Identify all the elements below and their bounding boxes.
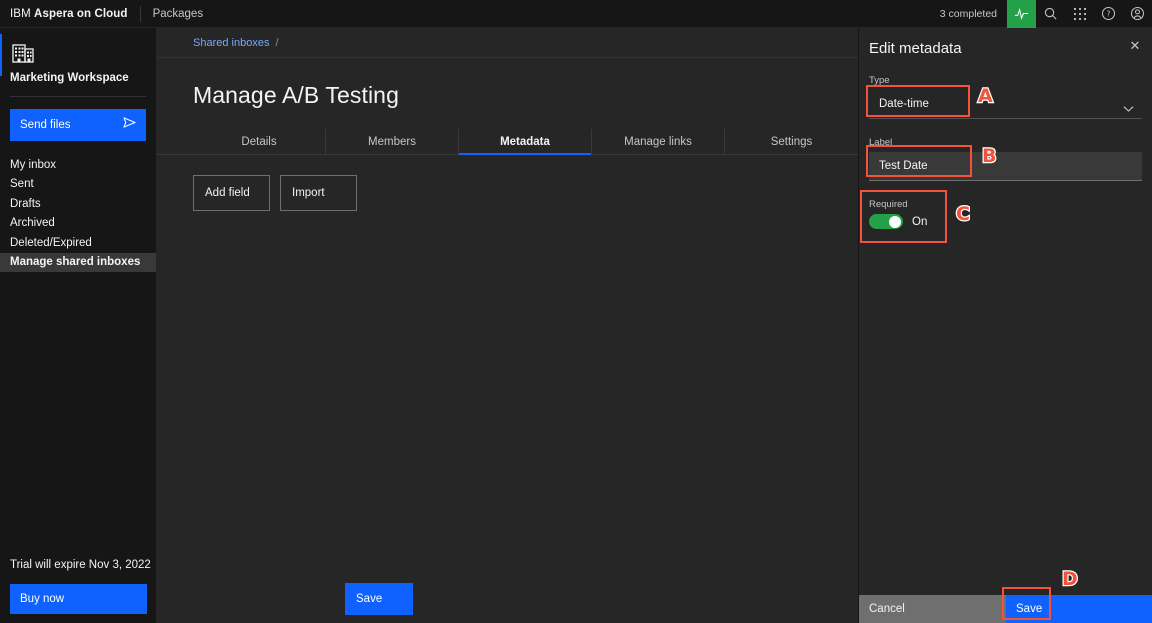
sidebar-item-deleted-expired[interactable]: Deleted/Expired: [0, 233, 156, 253]
send-files-label: Send files: [20, 119, 71, 131]
close-icon[interactable]: ✕: [1128, 38, 1142, 52]
label-field-group: Label: [859, 137, 1152, 181]
add-field-button[interactable]: Add field: [193, 175, 270, 211]
workspace-name: Marketing Workspace: [10, 72, 129, 84]
metadata-toolbar: Add field Import: [193, 175, 858, 211]
chevron-down-icon: [1123, 100, 1134, 118]
buy-now-label: Buy now: [20, 593, 65, 605]
required-field-label: Required: [869, 199, 908, 210]
help-icon[interactable]: ?: [1094, 0, 1123, 28]
import-button[interactable]: Import: [280, 175, 357, 211]
send-arrow-icon: [123, 116, 136, 134]
buy-now-button[interactable]: Buy now: [10, 584, 147, 614]
tab-members[interactable]: Members: [326, 129, 459, 154]
sidebar: Marketing Workspace Send files My inbox …: [0, 28, 157, 623]
required-toggle-row: On: [869, 214, 1142, 229]
brand-ibm-text: IBM: [10, 7, 31, 20]
sidebar-divider: [10, 96, 146, 97]
completed-count-label: 3 completed: [939, 7, 997, 20]
label-field-label: Label: [869, 137, 893, 148]
header-divider: [139, 5, 141, 22]
tab-manage-links[interactable]: Manage links: [592, 129, 725, 154]
sidebar-nav: My inbox Sent Drafts Archived Deleted/Ex…: [0, 155, 156, 272]
building-icon: [10, 40, 36, 66]
required-toggle-state: On: [912, 215, 928, 228]
search-icon[interactable]: [1036, 0, 1065, 28]
required-toggle[interactable]: [869, 214, 903, 229]
sidebar-item-my-inbox[interactable]: My inbox: [0, 155, 156, 175]
label-input[interactable]: [869, 152, 1142, 181]
top-header: IBM Aspera on Cloud Packages 3 completed: [0, 0, 1152, 28]
trial-expiry-notice: Trial will expire Nov 3, 2022: [10, 559, 151, 571]
type-field-group: Type Date-time: [859, 75, 1152, 119]
main-content: Shared inboxes / Manage A/B Testing Deta…: [157, 28, 858, 623]
sidebar-item-sent[interactable]: Sent: [0, 175, 156, 195]
app-root: IBM Aspera on Cloud Packages 3 completed: [0, 0, 1152, 623]
sidebar-accent-bar: [0, 34, 2, 76]
type-select-value: Date-time: [879, 98, 929, 110]
sidebar-item-manage-shared-inboxes[interactable]: Manage shared inboxes: [0, 252, 156, 272]
panel-save-button[interactable]: Save: [1006, 595, 1152, 623]
brand-product-text: Aspera on Cloud: [34, 7, 128, 20]
toggle-knob: [889, 215, 901, 228]
tab-settings[interactable]: Settings: [725, 129, 858, 154]
sidebar-item-archived[interactable]: Archived: [0, 214, 156, 234]
type-field-label: Type: [869, 75, 890, 86]
user-avatar-icon[interactable]: [1123, 0, 1152, 28]
breadcrumb: Shared inboxes /: [157, 28, 858, 58]
svg-text:?: ?: [1107, 10, 1111, 19]
tab-metadata[interactable]: Metadata: [459, 129, 592, 155]
panel-title: Edit metadata: [869, 40, 962, 57]
edit-metadata-panel: Edit metadata ✕ Type Date-time Label Req…: [858, 28, 1152, 623]
header-right-group: 3 completed ?: [940, 0, 1152, 28]
breadcrumb-separator: /: [275, 36, 279, 49]
header-nav-packages[interactable]: Packages: [153, 8, 204, 20]
tab-details[interactable]: Details: [193, 129, 326, 154]
send-files-button[interactable]: Send files: [10, 109, 146, 141]
main-save-button[interactable]: Save: [345, 583, 413, 615]
panel-action-bar: Cancel Save: [859, 595, 1152, 623]
panel-cancel-button[interactable]: Cancel: [859, 595, 1006, 623]
tab-bar: Details Members Metadata Manage links Se…: [157, 129, 858, 155]
sidebar-item-drafts[interactable]: Drafts: [0, 194, 156, 214]
activity-icon[interactable]: [1007, 0, 1036, 28]
type-select[interactable]: Date-time: [869, 90, 1142, 119]
page-title: Manage A/B Testing: [193, 82, 399, 108]
required-field-group: Required On: [859, 199, 1152, 229]
app-switcher-icon[interactable]: [1065, 0, 1094, 28]
brand-logo[interactable]: IBM Aspera on Cloud: [0, 8, 128, 20]
breadcrumb-shared-inboxes[interactable]: Shared inboxes: [193, 37, 269, 49]
